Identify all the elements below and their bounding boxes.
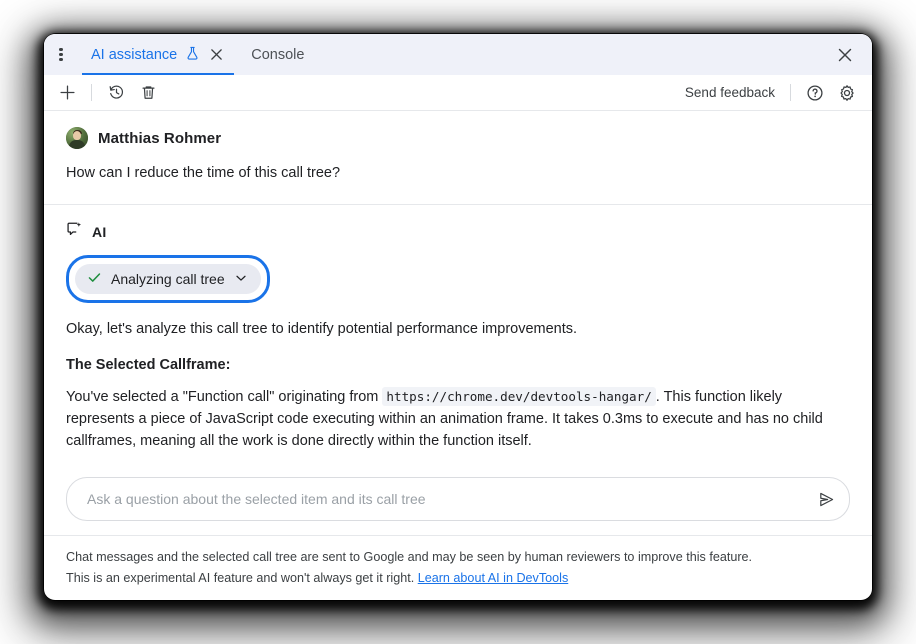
ai-paragraph-part1: You've selected a "Function call" origin… bbox=[66, 389, 378, 405]
user-header-row: Matthias Rohmer bbox=[66, 127, 850, 149]
history-icon[interactable] bbox=[101, 79, 131, 107]
ai-toolbar: Send feedback bbox=[44, 75, 872, 111]
trash-icon[interactable] bbox=[133, 79, 163, 107]
ai-label: AI bbox=[92, 224, 107, 240]
analyzing-call-tree-chip[interactable]: Analyzing call tree bbox=[75, 264, 261, 294]
flask-icon bbox=[185, 45, 200, 65]
avatar bbox=[66, 127, 88, 149]
plus-icon[interactable] bbox=[52, 79, 82, 107]
disclaimer-line-2: This is an experimental AI feature and w… bbox=[66, 571, 414, 585]
ai-subheading: The Selected Callframe: bbox=[66, 357, 850, 373]
toolbar-divider-right bbox=[790, 84, 791, 101]
send-feedback-button[interactable]: Send feedback bbox=[679, 85, 781, 100]
devtools-panel: AI assistance Console bbox=[44, 34, 872, 600]
message-divider bbox=[44, 204, 872, 205]
tab-ai-assistance-label: AI assistance bbox=[91, 47, 177, 63]
ai-sparkle-icon bbox=[66, 221, 83, 243]
panel-close-icon[interactable] bbox=[828, 34, 862, 75]
gear-icon[interactable] bbox=[832, 79, 862, 107]
analyzing-call-tree-label: Analyzing call tree bbox=[111, 271, 225, 287]
tab-console[interactable]: Console bbox=[238, 34, 317, 75]
tab-strip: AI assistance Console bbox=[44, 34, 872, 75]
analyzing-step-focus-ring: Analyzing call tree bbox=[66, 255, 270, 303]
ai-paragraph: You've selected a "Function call" origin… bbox=[66, 386, 850, 452]
ai-conversation-body: Matthias Rohmer How can I reduce the tim… bbox=[44, 111, 872, 600]
tab-console-label: Console bbox=[251, 47, 304, 63]
tab-ai-assistance[interactable]: AI assistance bbox=[78, 34, 238, 75]
ai-header-row: AI bbox=[66, 221, 850, 243]
check-icon bbox=[87, 270, 102, 288]
tab-close-icon[interactable] bbox=[208, 46, 225, 63]
chevron-down-icon[interactable] bbox=[234, 271, 248, 288]
user-name: Matthias Rohmer bbox=[98, 130, 221, 147]
help-circle-icon[interactable] bbox=[800, 79, 830, 107]
disclaimer: Chat messages and the selected call tree… bbox=[44, 535, 872, 600]
chat-input-row bbox=[66, 477, 850, 521]
learn-about-ai-link[interactable]: Learn about AI in DevTools bbox=[418, 571, 569, 585]
ai-intro-text: Okay, let's analyze this call tree to id… bbox=[66, 318, 850, 340]
kebab-menu-icon[interactable] bbox=[44, 34, 78, 75]
chat-input[interactable] bbox=[85, 490, 811, 508]
toolbar-divider bbox=[91, 84, 92, 101]
conversation-scroll: Matthias Rohmer How can I reduce the tim… bbox=[44, 111, 872, 459]
disclaimer-line-1: Chat messages and the selected call tree… bbox=[66, 547, 850, 567]
source-url-code: https://chrome.dev/devtools-hangar/ bbox=[382, 387, 655, 406]
send-icon[interactable] bbox=[811, 484, 841, 514]
user-message: How can I reduce the time of this call t… bbox=[66, 163, 850, 184]
